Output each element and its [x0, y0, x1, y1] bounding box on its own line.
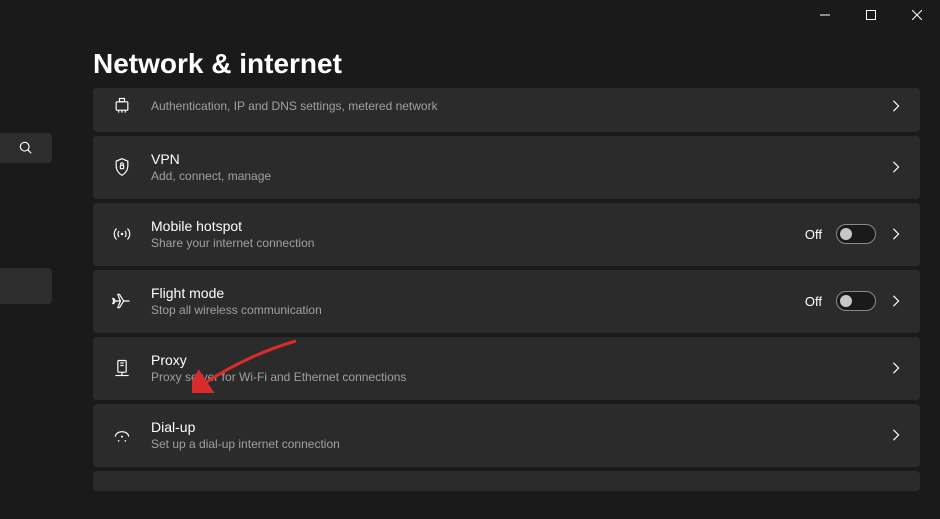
settings-item-mobile-hotspot[interactable]: Mobile hotspot Share your internet conne…	[93, 203, 920, 266]
settings-item-partial[interactable]	[93, 471, 920, 491]
search-icon	[19, 141, 33, 155]
dialup-title: Dial-up	[151, 418, 890, 436]
toggle-knob	[840, 228, 852, 240]
chevron-right-icon	[890, 161, 902, 173]
flight-mode-subtitle: Stop all wireless communication	[151, 302, 805, 319]
dialup-icon	[111, 424, 133, 446]
chevron-right-icon	[890, 295, 902, 307]
vpn-subtitle: Add, connect, manage	[151, 168, 890, 185]
proxy-subtitle: Proxy server for Wi-Fi and Ethernet conn…	[151, 369, 890, 386]
chevron-right-icon	[890, 228, 902, 240]
proxy-title: Proxy	[151, 351, 890, 369]
window-controls	[802, 0, 940, 30]
shield-icon	[111, 156, 133, 178]
sidebar	[0, 0, 52, 519]
flight-mode-toggle[interactable]	[836, 291, 876, 311]
chevron-right-icon	[890, 362, 902, 374]
flight-mode-toggle-state: Off	[805, 294, 822, 309]
proxy-icon	[111, 357, 133, 379]
settings-item-ethernet[interactable]: Authentication, IP and DNS settings, met…	[93, 88, 920, 132]
flight-mode-title: Flight mode	[151, 284, 805, 302]
settings-list: Authentication, IP and DNS settings, met…	[93, 88, 920, 491]
toggle-knob	[840, 295, 852, 307]
airplane-icon	[111, 290, 133, 312]
close-icon	[912, 10, 922, 20]
minimize-button[interactable]	[802, 0, 848, 30]
ethernet-icon	[111, 95, 133, 117]
page-title: Network & internet	[93, 48, 342, 80]
hotspot-icon	[111, 223, 133, 245]
mobile-hotspot-title: Mobile hotspot	[151, 217, 805, 235]
settings-item-proxy[interactable]: Proxy Proxy server for Wi-Fi and Etherne…	[93, 337, 920, 400]
chevron-right-icon	[890, 429, 902, 441]
maximize-icon	[866, 10, 876, 20]
settings-item-flight-mode[interactable]: Flight mode Stop all wireless communicat…	[93, 270, 920, 333]
mobile-hotspot-toggle-state: Off	[805, 227, 822, 242]
mobile-hotspot-toggle[interactable]	[836, 224, 876, 244]
ethernet-subtitle: Authentication, IP and DNS settings, met…	[151, 98, 890, 115]
mobile-hotspot-subtitle: Share your internet connection	[151, 235, 805, 252]
settings-item-dialup[interactable]: Dial-up Set up a dial-up internet connec…	[93, 404, 920, 467]
settings-item-vpn[interactable]: VPN Add, connect, manage	[93, 136, 920, 199]
close-button[interactable]	[894, 0, 940, 30]
search-button[interactable]	[0, 133, 52, 163]
maximize-button[interactable]	[848, 0, 894, 30]
sidebar-item-network[interactable]	[0, 268, 52, 304]
vpn-title: VPN	[151, 150, 890, 168]
minimize-icon	[820, 10, 830, 20]
dialup-subtitle: Set up a dial-up internet connection	[151, 436, 890, 453]
chevron-right-icon	[890, 100, 902, 112]
